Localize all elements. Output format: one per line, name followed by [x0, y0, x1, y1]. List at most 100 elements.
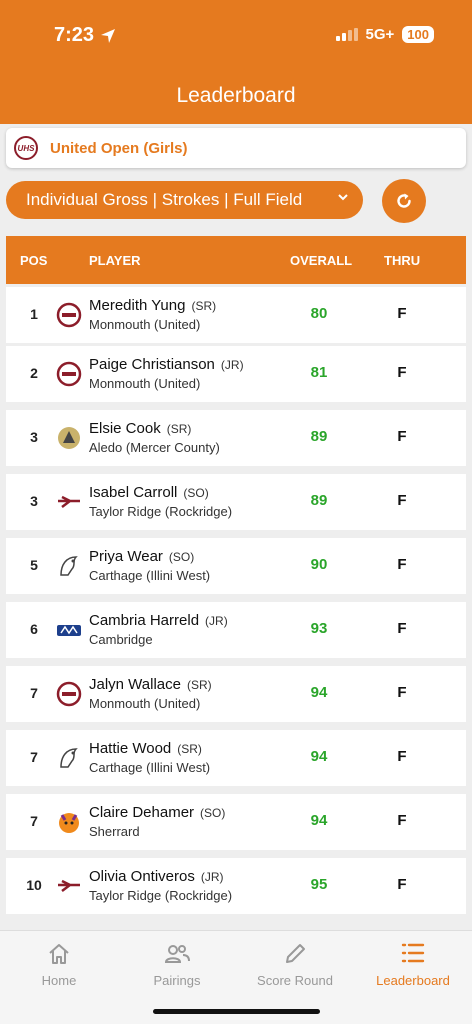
player-grade: (SO): [183, 486, 209, 500]
player-school: Aledo (Mercer County): [89, 440, 220, 455]
people-icon: [164, 945, 190, 963]
refresh-button[interactable]: [382, 179, 426, 223]
page-title: Leaderboard: [176, 84, 296, 107]
thru-value: F: [397, 556, 407, 573]
header-player: PLAYER: [89, 253, 141, 268]
overall-score: 89: [310, 428, 328, 445]
thru-value: F: [397, 748, 407, 765]
tab-home-label: Home: [41, 973, 77, 988]
cambridge-logo-icon: [56, 617, 82, 643]
illini-west-logo-icon: [56, 553, 82, 579]
table-row[interactable]: 10 Olivia Ontiveros (JR) Taylor Ridge (Ro…: [6, 858, 466, 914]
united-logo-icon: UHS: [14, 136, 38, 160]
filter-label: Individual Gross | Strokes | Full Field: [26, 190, 303, 209]
row-pos: 3: [30, 493, 38, 509]
status-time: 7:23: [54, 24, 116, 47]
table-row[interactable]: 6 Cambria Harreld (JR) Cambridge 93 F: [6, 602, 466, 658]
row-pos: 6: [30, 621, 38, 637]
event-selector[interactable]: UHS United Open (Girls): [6, 128, 466, 168]
leaderboard-icon: [401, 943, 425, 963]
table-row[interactable]: 2 Paige Christianson (JR) Monmouth (Unite…: [6, 346, 466, 402]
overall-score: 95: [310, 876, 328, 893]
player-name[interactable]: Hattie Wood (SR): [89, 740, 202, 757]
player-name-text: Paige Christianson: [89, 356, 215, 373]
row-pos: 2: [30, 365, 38, 381]
overall-score: 94: [310, 684, 328, 701]
network-label: 5G+: [365, 26, 395, 43]
player-school: Sherrard: [89, 824, 140, 839]
tab-home[interactable]: Home: [0, 937, 118, 988]
player-name-text: Priya Wear: [89, 548, 163, 565]
row-pos: 1: [30, 306, 38, 322]
tab-leaderboard-label: Leaderboard: [376, 973, 450, 988]
table-row[interactable]: 5 Priya Wear (SO) Carthage (Illini West) …: [6, 538, 466, 594]
tab-score-round[interactable]: Score Round: [236, 937, 354, 988]
table-row[interactable]: 7 Jalyn Wallace (SR) Monmouth (United) 94…: [6, 666, 466, 722]
united-logo-icon: [56, 681, 82, 707]
thru-value: F: [397, 305, 407, 322]
player-name-text: Claire Dehamer: [89, 804, 195, 821]
status-indicators: 5G+ 100: [335, 26, 434, 43]
tab-score-round-label: Score Round: [257, 973, 333, 988]
thru-value: F: [397, 684, 407, 701]
player-name[interactable]: Isabel Carroll (SO): [89, 484, 209, 501]
thru-value: F: [397, 428, 407, 445]
player-name[interactable]: Elsie Cook (SR): [89, 420, 191, 437]
united-logo-icon: [56, 361, 82, 387]
player-grade: (JR): [220, 358, 244, 372]
player-grade: (SR): [191, 299, 217, 313]
player-name[interactable]: Meredith Yung (SR): [89, 297, 216, 314]
player-grade: (SR): [186, 678, 212, 692]
table-row[interactable]: 3 Elsie Cook (SR) Aledo (Mercer County) 8…: [6, 410, 466, 466]
refresh-icon: [397, 193, 411, 208]
signal-icon: [335, 28, 358, 41]
table-row[interactable]: 3 Isabel Carroll (SO) Taylor Ridge (Rockr…: [6, 474, 466, 530]
thru-value: F: [397, 876, 407, 893]
player-grade: (SO): [200, 806, 226, 820]
header-thru: THRU: [384, 253, 421, 268]
tab-pairings[interactable]: Pairings: [118, 937, 236, 988]
overall-score: 90: [310, 556, 328, 573]
pencil-icon: [286, 944, 305, 963]
leaderboard-filter-dropdown[interactable]: Individual Gross | Strokes | Full Field: [6, 181, 363, 219]
player-name-text: Isabel Carroll: [89, 484, 178, 501]
leaderboard-table-header: POS PLAYER OVERALL THRU: [6, 236, 466, 284]
overall-score: 80: [310, 305, 328, 322]
player-grade: (JR): [205, 614, 228, 628]
player-name[interactable]: Cambria Harreld (JR): [89, 612, 228, 629]
player-name[interactable]: Paige Christianson (JR): [89, 356, 244, 373]
home-indicator[interactable]: [153, 1009, 320, 1014]
overall-score: 94: [310, 748, 328, 765]
thru-value: F: [397, 812, 407, 829]
table-row[interactable]: 7 Hattie Wood (SR) Carthage (Illini West)…: [6, 730, 466, 786]
header-overall: OVERALL: [290, 253, 353, 268]
player-name-text: Olivia Ontiveros: [89, 868, 195, 885]
row-pos: 7: [30, 685, 38, 701]
player-name-text: Hattie Wood: [89, 740, 172, 757]
thru-value: F: [397, 620, 407, 637]
player-grade: (SR): [177, 742, 202, 756]
rockridge-logo-icon: [56, 873, 82, 899]
player-name[interactable]: Priya Wear (SO): [89, 548, 194, 565]
row-pos: 7: [30, 813, 38, 829]
player-name[interactable]: Olivia Ontiveros (JR): [89, 868, 224, 885]
player-school: Carthage (Illini West): [89, 568, 211, 583]
player-name-text: Meredith Yung: [89, 297, 186, 314]
location-arrow-icon: [101, 28, 116, 43]
overall-score: 81: [310, 364, 328, 381]
chevron-down-icon: [337, 191, 349, 206]
rockridge-logo-icon: [56, 489, 82, 515]
row-pos: 3: [30, 429, 38, 445]
table-row[interactable]: 7 Claire Dehamer (SO) Sherrard 94 F: [6, 794, 466, 850]
battery-icon: 100: [402, 26, 434, 43]
thru-value: F: [397, 364, 407, 381]
player-name[interactable]: Jalyn Wallace (SR): [89, 676, 212, 693]
sherrard-logo-icon: [56, 809, 82, 835]
player-school: Taylor Ridge (Rockridge): [89, 888, 233, 903]
player-name[interactable]: Claire Dehamer (SO): [89, 804, 225, 821]
tab-leaderboard[interactable]: Leaderboard: [354, 937, 472, 988]
table-row[interactable]: 1 Meredith Yung (SR) Monmouth (United) 80…: [6, 287, 466, 343]
player-grade: (SO): [168, 550, 195, 564]
united-logo-icon: [56, 302, 82, 328]
mercer-county-logo-icon: [56, 425, 82, 451]
